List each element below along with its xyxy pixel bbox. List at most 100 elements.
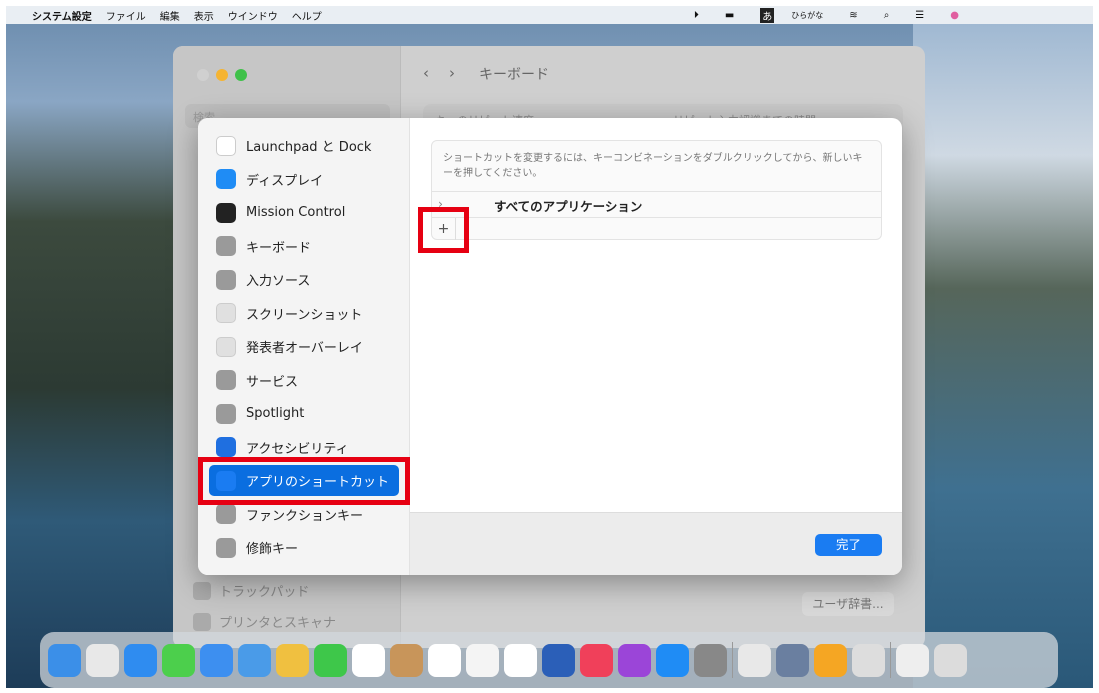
sidebar-item-label: サービス [246, 374, 299, 390]
highlight-box-selected-item [198, 457, 410, 505]
sidebar-item-label: Launchpad と Dock [246, 140, 372, 155]
user-dictionary-button[interactable]: ユーザ辞書... [802, 592, 894, 616]
dock-messages-icon[interactable] [162, 643, 195, 677]
sidebar-item[interactable]: ディスプレイ [209, 164, 399, 195]
dock-pages-icon[interactable] [814, 643, 847, 677]
play-circle-icon[interactable]: ⏵ [694, 10, 699, 21]
sidebar-item[interactable]: キーボード [209, 231, 399, 262]
menu-help[interactable]: ヘルプ [292, 8, 322, 23]
dock-scanner-icon[interactable] [776, 643, 809, 677]
keyboard-icon [216, 236, 236, 256]
printer-icon [193, 612, 211, 631]
fn-key-icon [216, 504, 236, 524]
sidebar-item-label: 入力ソース [246, 274, 311, 289]
dock-finder-window-icon[interactable] [896, 643, 929, 677]
spotlight-icon [216, 403, 236, 424]
siri-icon[interactable]: ● [950, 10, 959, 21]
zoom-button[interactable] [235, 69, 247, 81]
sidebar-item[interactable]: スクリーンショット [209, 298, 399, 329]
presenter-overlay-icon [216, 336, 236, 357]
sidebar-item[interactable]: 発表者オーバーレイ [209, 331, 399, 362]
sidebar-item[interactable]: 入力ソース [209, 264, 399, 295]
menu-view[interactable]: 表示 [194, 8, 214, 23]
label: プリンタとスキャナ [219, 616, 337, 631]
dock-notes-icon[interactable] [466, 643, 499, 677]
sidebar-item[interactable]: Launchpad と Dock [209, 130, 399, 161]
dock-reminders-icon[interactable] [428, 643, 461, 677]
highlight-box-add-button [418, 207, 469, 253]
dock-safari-icon[interactable] [124, 643, 157, 677]
dock-photos-icon[interactable] [276, 643, 309, 677]
dock-freeform-icon[interactable] [504, 643, 537, 677]
services-icon [216, 370, 236, 390]
help-text: ショートカットを変更するには、キーコンビネーションをダブルクリックしてから、新し… [443, 153, 863, 179]
dock-mail-icon[interactable] [200, 643, 233, 677]
sidebar-item-label: Mission Control [246, 205, 346, 220]
sidebar-item[interactable]: Mission Control [209, 197, 399, 228]
app-shortcuts-sheet: Launchpad と Dock ディスプレイ Mission Control キーボ… [198, 118, 902, 575]
sidebar-item-label: 修飾キー [246, 542, 299, 557]
search-icon[interactable]: ⌕ [884, 10, 890, 21]
menu-bar: システム設定 ファイル 編集 表示 ウインドウ ヘルプ ⏵ ▬ あ ひらがな ≋… [6, 6, 1093, 24]
divider [432, 217, 881, 218]
input-mode-badge[interactable]: あ [760, 8, 775, 23]
all-applications-label: すべてのアプリケーション [494, 199, 643, 214]
label: トラックパッド [219, 585, 310, 600]
close-button[interactable] [197, 69, 209, 81]
accessibility-icon [216, 437, 236, 457]
all-applications-row[interactable]: › すべてのアプリケーション [432, 192, 881, 217]
screenshot-icon [216, 303, 236, 323]
dock [40, 632, 1058, 688]
launchpad-icon [216, 135, 236, 156]
dock-separator [732, 642, 733, 678]
dock-system-settings-icon[interactable] [694, 643, 727, 677]
dock-maps-icon[interactable] [238, 643, 271, 677]
display-icon [216, 169, 236, 189]
dock-finder-icon[interactable] [48, 643, 81, 677]
menu-window[interactable]: ウインドウ [228, 8, 278, 23]
menu-app[interactable]: システム設定 [32, 8, 92, 23]
sidebar-item-label: ディスプレイ [246, 173, 324, 189]
dock-facetime-icon[interactable] [314, 643, 347, 677]
sheet-sidebar: Launchpad と Dock ディスプレイ Mission Control キーボ… [198, 118, 410, 575]
dock-trash-icon[interactable] [934, 643, 967, 677]
sidebar-item-label: ファンクションキー [246, 508, 364, 524]
shortcuts-panel: ショートカットを変更するには、キーコンビネーションをダブルクリックしてから、新し… [431, 140, 882, 240]
battery-icon[interactable]: ▬ [725, 10, 734, 21]
sidebar-item-label: アクセシビリティ [246, 441, 349, 457]
input-mode[interactable]: ひらがな [791, 10, 823, 21]
dock-separator [890, 642, 891, 678]
dock-preview-icon[interactable] [738, 643, 771, 677]
sidebar-item-printers[interactable]: プリンタとスキャナ [193, 612, 336, 631]
sidebar-item-label: キーボード [246, 240, 312, 256]
window-title: キーボード [479, 67, 549, 83]
sidebar-item-label: スクリーンショット [246, 307, 363, 323]
modifier-key-icon [216, 537, 236, 558]
wifi-icon[interactable]: ≋ [849, 10, 857, 21]
sidebar-item[interactable]: 修飾キー [209, 532, 399, 563]
dock-podcasts-icon[interactable] [618, 643, 651, 677]
dock-contacts-icon[interactable] [390, 643, 423, 677]
sidebar-item[interactable]: Spotlight [209, 398, 399, 429]
sidebar-item-label: 発表者オーバーレイ [246, 341, 363, 356]
dock-app-store-icon[interactable] [656, 643, 689, 677]
forward-button[interactable]: › [449, 64, 455, 84]
dock-calendar-icon[interactable] [352, 643, 385, 677]
minimize-button[interactable] [216, 69, 228, 81]
input-source-icon [216, 269, 236, 290]
dock-downloads-icon[interactable] [852, 643, 885, 677]
back-button[interactable]: ‹ [423, 64, 429, 84]
sheet-footer: 完了 [410, 512, 902, 575]
trackpad-icon [193, 581, 211, 600]
dock-launchpad-icon[interactable] [86, 643, 119, 677]
menu-edit[interactable]: 編集 [160, 8, 180, 23]
mission-control-icon [216, 202, 236, 223]
dock-music-icon[interactable] [580, 643, 613, 677]
menu-file[interactable]: ファイル [106, 8, 146, 23]
sidebar-item-trackpad[interactable]: トラックパッド [193, 581, 309, 600]
done-button[interactable]: 完了 [815, 534, 882, 556]
sidebar-item-label: Spotlight [246, 406, 305, 421]
control-center-icon[interactable]: ☰ [915, 10, 924, 21]
sidebar-item[interactable]: サービス [209, 365, 399, 396]
dock-word-icon[interactable] [542, 643, 575, 677]
